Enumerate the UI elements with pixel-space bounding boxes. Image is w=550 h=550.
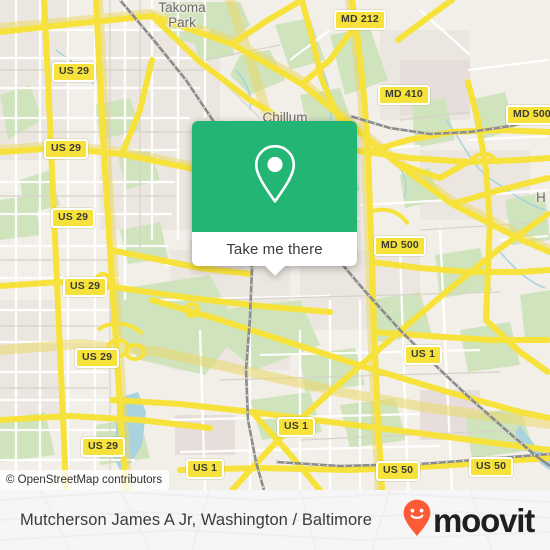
moovit-wordmark: moovit bbox=[433, 501, 535, 539]
moovit-logo[interactable]: moovit bbox=[402, 498, 535, 543]
shield-us-29-5[interactable]: US 29 bbox=[75, 348, 120, 368]
shield-us-1-2[interactable]: US 1 bbox=[277, 417, 316, 437]
moovit-location-screenshot: Takoma Park Chillum H MD 212 US 29 MD 41… bbox=[0, 0, 550, 550]
moovit-smiley-pin-icon bbox=[402, 498, 432, 543]
map-pin-icon bbox=[252, 143, 298, 210]
osm-attribution[interactable]: © OpenStreetMap contributors bbox=[0, 470, 170, 490]
shield-us-29-2[interactable]: US 29 bbox=[44, 139, 89, 159]
popup-action-bar[interactable]: Take me there bbox=[192, 232, 357, 276]
shield-us-1-3[interactable]: US 1 bbox=[186, 459, 225, 479]
shield-us-50-1[interactable]: US 50 bbox=[376, 461, 421, 481]
shield-md-212[interactable]: MD 212 bbox=[334, 10, 386, 30]
popup-pin-panel bbox=[192, 121, 357, 232]
shield-us-29-3[interactable]: US 29 bbox=[51, 208, 96, 228]
shield-us-50-2[interactable]: US 50 bbox=[469, 457, 514, 477]
shield-us-1-1[interactable]: US 1 bbox=[404, 345, 443, 365]
shield-us-29-1[interactable]: US 29 bbox=[52, 62, 97, 82]
shield-md-500-2[interactable]: MD 500 bbox=[374, 236, 426, 256]
take-me-there-label: Take me there bbox=[226, 240, 323, 258]
shield-us-29-6[interactable]: US 29 bbox=[81, 437, 126, 457]
shield-us-29-4[interactable]: US 29 bbox=[63, 277, 108, 297]
map-canvas[interactable]: Takoma Park Chillum H MD 212 US 29 MD 41… bbox=[0, 0, 550, 490]
shield-md-410[interactable]: MD 410 bbox=[378, 85, 430, 105]
footer-bar: Mutcherson James A Jr, Washington / Balt… bbox=[0, 490, 550, 550]
location-popup-card[interactable]: Take me there bbox=[192, 121, 357, 276]
page-title: Mutcherson James A Jr, Washington / Balt… bbox=[20, 510, 372, 529]
popup-tail-pointer bbox=[263, 265, 286, 276]
shield-md-500-1[interactable]: MD 500 bbox=[506, 105, 550, 125]
